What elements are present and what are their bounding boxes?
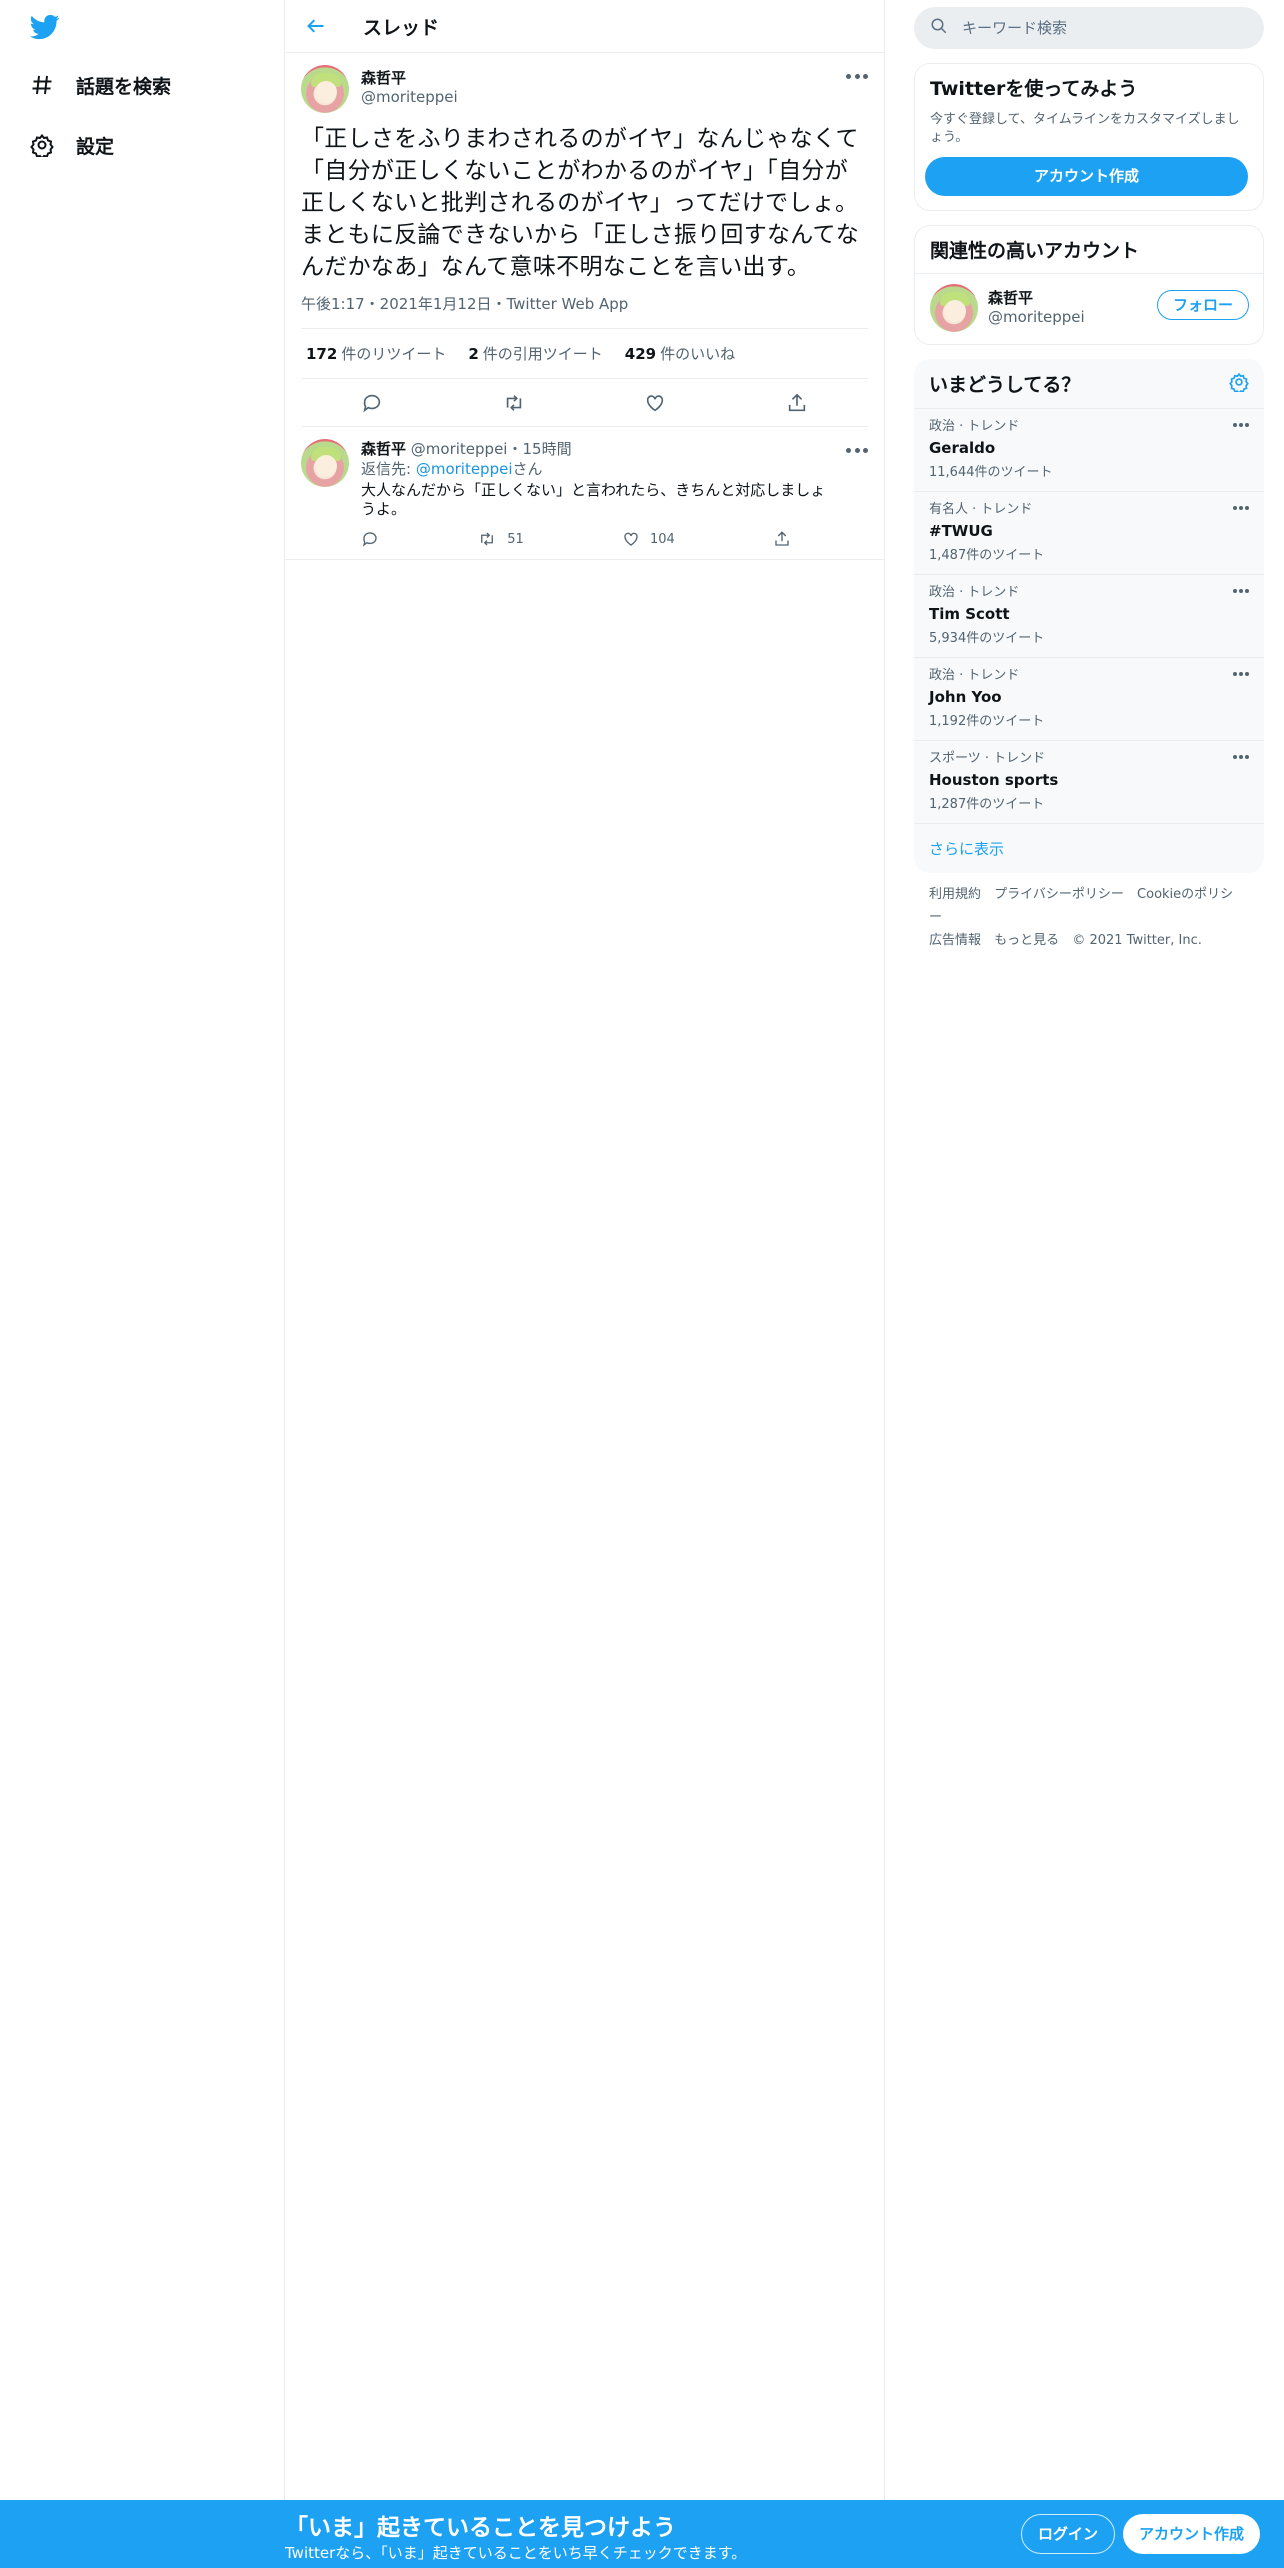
banner-subtitle: Twitterなら、「いま」起きていることをいち早くチェックできます。 bbox=[285, 2544, 747, 2562]
follow-button[interactable]: フォロー bbox=[1156, 290, 1249, 320]
like-icon[interactable] bbox=[638, 386, 672, 420]
trend-item[interactable]: 政治 · トレンド Geraldo 11,644件のツイート bbox=[914, 409, 1264, 492]
trend-item[interactable]: 政治 · トレンド John Yoo 1,192件のツイート bbox=[914, 658, 1264, 741]
more-options-icon[interactable] bbox=[1233, 423, 1249, 427]
retweet-icon[interactable] bbox=[497, 386, 531, 420]
search-icon bbox=[930, 17, 948, 39]
nav-explore[interactable]: 話題を検索 bbox=[28, 61, 171, 109]
footer-links: 利用規約 プライバシーポリシー Cookieのポリシー 広告情報 もっと見る ©… bbox=[914, 873, 1264, 962]
reply-retweet-button[interactable]: 51 bbox=[477, 529, 524, 549]
avatar[interactable] bbox=[301, 65, 349, 113]
retweet-icon bbox=[481, 532, 494, 546]
reply-time[interactable]: 15時間 bbox=[523, 440, 572, 458]
main-column: スレッド 森哲平 @moriteppei 「正しさをふりまわされるのがイヤ」なん… bbox=[285, 0, 885, 2500]
reply-author-handle[interactable]: @moriteppei bbox=[411, 440, 508, 458]
nav-explore-label: 話題を検索 bbox=[76, 75, 172, 98]
reply-to: 返信先: @moriteppeiさん bbox=[361, 460, 543, 478]
related-handle[interactable]: @moriteppei bbox=[988, 307, 1085, 327]
right-sidebar: Twitterを使ってみよう 今すぐ登録して、タイムラインをカスタマイズしましょ… bbox=[914, 0, 1264, 962]
avatar[interactable] bbox=[301, 439, 349, 487]
related-account[interactable]: 森哲平 @moriteppei フォロー bbox=[915, 273, 1263, 344]
reply-icon bbox=[362, 532, 377, 547]
reply-share-button[interactable] bbox=[773, 529, 791, 549]
login-button[interactable]: ログイン bbox=[1021, 2514, 1116, 2554]
page-title: スレッド bbox=[363, 16, 440, 39]
create-account-button[interactable]: アカウント作成 bbox=[925, 157, 1248, 196]
tweet-stats: 172 件のリツイート 2 件の引用ツイート 429 件のいいね bbox=[301, 329, 868, 379]
related-accounts-card: 関連性の高いアカウント 森哲平 @moriteppei フォロー bbox=[914, 225, 1264, 345]
quote-stat[interactable]: 2 件の引用ツイート bbox=[468, 343, 602, 364]
gear-icon[interactable] bbox=[1229, 372, 1249, 396]
nav-settings-label: 設定 bbox=[76, 135, 115, 158]
banner-title: 「いま」起きていることを見つけよう bbox=[285, 2515, 676, 2541]
show-more-link[interactable]: さらに表示 bbox=[914, 824, 1264, 873]
reply-retweet-count: 51 bbox=[507, 531, 524, 547]
share-icon bbox=[775, 531, 789, 546]
author-handle[interactable]: @moriteppei bbox=[361, 87, 458, 107]
reply-text: 大人なんだから「正しくない」と言われたら、きちんと対応しましょうよ。 bbox=[361, 481, 826, 518]
related-title: 関連性の高いアカウント bbox=[930, 240, 1140, 262]
more-options-icon[interactable] bbox=[1233, 589, 1249, 593]
tweet-text: 「正しさをふりまわされるのがイヤ」なんじゃなくて「自分が正しくないことがわかるの… bbox=[301, 126, 860, 280]
reply-tweet[interactable]: 森哲平 @moriteppei・15時間 返信先: @moriteppeiさん … bbox=[285, 427, 884, 560]
main-tweet: 森哲平 @moriteppei 「正しさをふりまわされるのがイヤ」なんじゃなくて… bbox=[285, 53, 884, 427]
copyright: © 2021 Twitter, Inc. bbox=[1072, 933, 1202, 948]
more-options-icon[interactable] bbox=[1233, 672, 1249, 676]
signup-button[interactable]: アカウント作成 bbox=[1123, 2514, 1261, 2554]
trend-item[interactable]: 政治 · トレンド Tim Scott 5,934件のツイート bbox=[914, 575, 1264, 658]
ads-link[interactable]: 広告情報 bbox=[929, 933, 981, 948]
like-stat[interactable]: 429 件のいいね bbox=[625, 343, 735, 364]
more-options-icon[interactable] bbox=[846, 441, 868, 459]
reply-like-count: 104 bbox=[649, 531, 675, 547]
thread-header: スレッド bbox=[285, 0, 884, 53]
twitter-logo-icon[interactable] bbox=[28, 12, 62, 44]
more-options-icon[interactable] bbox=[1233, 755, 1249, 759]
more-options-icon[interactable] bbox=[846, 67, 868, 85]
reply-author-name[interactable]: 森哲平 bbox=[361, 440, 406, 458]
trends-card: いまどうしてる？ 政治 · トレンド Geraldo 11,644件のツイート … bbox=[914, 359, 1264, 873]
left-sidebar: 話題を検索 設定 bbox=[0, 0, 285, 2500]
privacy-link[interactable]: プライバシーポリシー bbox=[994, 887, 1124, 902]
signup-banner: 「いま」起きていることを見つけよう Twitterなら、「いま」起きていることを… bbox=[0, 2500, 1284, 2568]
terms-link[interactable]: 利用規約 bbox=[929, 887, 981, 902]
tweet-timestamp[interactable]: 午後1:17・2021年1月12日・Twitter Web App bbox=[301, 293, 868, 329]
search-box[interactable] bbox=[914, 7, 1264, 49]
reply-like-button[interactable]: 104 bbox=[622, 529, 675, 549]
signup-text: 今すぐ登録して、タイムラインをカスタマイズしましょう。 bbox=[930, 112, 1240, 145]
trends-title: いまどうしてる？ bbox=[929, 374, 1081, 396]
avatar[interactable] bbox=[930, 284, 978, 332]
reply-to-link[interactable]: @moriteppei bbox=[416, 460, 513, 478]
nav-settings[interactable]: 設定 bbox=[28, 121, 114, 169]
trend-item[interactable]: スポーツ · トレンド Houston sports 1,287件のツイート bbox=[914, 741, 1264, 824]
gear-icon bbox=[28, 131, 56, 159]
more-link[interactable]: もっと見る bbox=[994, 933, 1059, 948]
signup-title: Twitterを使ってみよう bbox=[930, 78, 1138, 100]
back-arrow-icon[interactable] bbox=[303, 13, 329, 39]
tweet-actions bbox=[301, 379, 868, 427]
more-options-icon[interactable] bbox=[1233, 506, 1249, 510]
hashtag-icon bbox=[28, 71, 56, 99]
trend-item[interactable]: 有名人 · トレンド #TWUG 1,487件のツイート bbox=[914, 492, 1264, 575]
reply-icon[interactable] bbox=[355, 386, 389, 420]
related-name[interactable]: 森哲平 bbox=[988, 289, 1085, 307]
search-input[interactable] bbox=[962, 19, 1222, 37]
reply-reply-button[interactable] bbox=[361, 529, 379, 549]
reply-header: 森哲平 @moriteppei・15時間 bbox=[361, 440, 572, 458]
retweet-stat[interactable]: 172 件のリツイート bbox=[306, 343, 446, 364]
author-name[interactable]: 森哲平 bbox=[361, 69, 458, 87]
signup-card: Twitterを使ってみよう 今すぐ登録して、タイムラインをカスタマイズしましょ… bbox=[914, 63, 1264, 211]
share-icon[interactable] bbox=[780, 386, 814, 420]
reply-actions: 51 104 bbox=[361, 529, 791, 549]
like-icon bbox=[624, 532, 638, 546]
